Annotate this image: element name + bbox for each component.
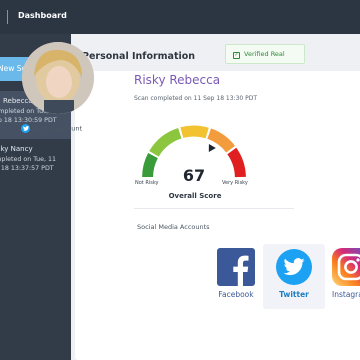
twitter-account-link[interactable]: Twitter Account bbox=[21, 124, 82, 133]
scan-list-item[interactable]: Risky Nancy Completed on Tue, 11 Sep 18 … bbox=[0, 141, 71, 189]
gauge-pointer bbox=[208, 144, 216, 152]
social-media-title: Social Media Accounts bbox=[137, 223, 210, 231]
twitter-icon bbox=[276, 249, 312, 285]
social-account-instagram[interactable]: Instagram bbox=[321, 244, 360, 309]
verified-label: Verified Real bbox=[244, 50, 285, 58]
social-account-facebook[interactable]: Facebook bbox=[205, 244, 267, 309]
gauge-segment-1 bbox=[142, 153, 158, 178]
instagram-icon bbox=[332, 248, 360, 286]
scan-item-date: Completed on Tue, 11 bbox=[0, 155, 56, 163]
facebook-icon bbox=[217, 248, 255, 286]
scan-item-time: Sep 18 13:37:57 PDT bbox=[0, 165, 54, 172]
personal-info-card bbox=[75, 71, 360, 360]
top-bar-separator bbox=[7, 10, 8, 24]
overall-score-label: Overall Score bbox=[168, 192, 222, 200]
gauge-segment-3 bbox=[180, 125, 209, 139]
social-account-twitter[interactable]: Twitter bbox=[263, 244, 325, 309]
person-name: Risky Rebecca bbox=[134, 73, 221, 87]
gauge-segment-5 bbox=[227, 147, 246, 178]
top-bar: Dashboard bbox=[0, 0, 360, 34]
verified-badge: ✓ Verified Real bbox=[225, 44, 305, 64]
gauge-max-label: Very Risky bbox=[222, 180, 248, 186]
overall-score-value: 67 bbox=[182, 166, 206, 185]
scan-completed-text: Scan completed on 11 Sep 18 13:30 PDT bbox=[134, 95, 258, 102]
check-icon: ✓ bbox=[233, 52, 240, 59]
profile-photo bbox=[22, 42, 94, 114]
social-label: Facebook bbox=[218, 290, 254, 299]
twitter-icon bbox=[21, 124, 30, 133]
gauge-min-label: Not Risky bbox=[135, 180, 159, 186]
social-label: Instagram bbox=[332, 290, 360, 299]
social-label: Twitter bbox=[279, 290, 309, 299]
scan-item-name: Risky Nancy bbox=[0, 145, 33, 153]
page-title: Personal Information bbox=[82, 51, 196, 62]
divider bbox=[134, 208, 294, 209]
twitter-account-label: Twitter Account bbox=[32, 124, 83, 133]
gauge-segment-2 bbox=[149, 128, 182, 157]
app-title: Dashboard bbox=[18, 11, 67, 20]
